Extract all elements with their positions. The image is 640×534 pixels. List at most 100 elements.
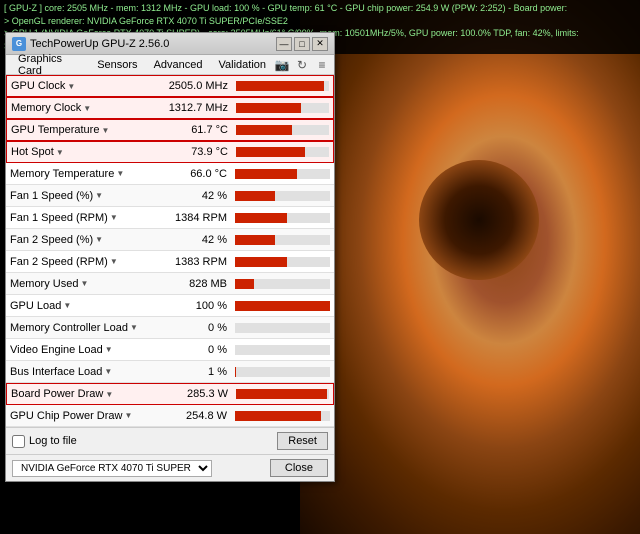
sensor-bar-background [235,213,330,223]
dropdown-arrow-icon[interactable]: ▼ [95,235,103,244]
dropdown-arrow-icon[interactable]: ▼ [104,367,112,376]
background-image [300,0,640,534]
log-to-file-checkbox[interactable] [12,435,25,448]
sensor-name: Fan 1 Speed (RPM) ▼ [6,212,151,224]
sensor-label: GPU Chip Power Draw [10,410,122,422]
sensor-table: GPU Clock ▼ 2505.0 MHz Memory Clock ▼ 13… [6,75,334,427]
maximize-button[interactable]: □ [294,37,310,51]
topbar-line2: > OpenGL renderer: NVIDIA GeForce RTX 40… [4,15,636,28]
sensor-name: Hot Spot ▼ [7,146,152,158]
sensor-name: GPU Clock ▼ [7,80,152,92]
sensor-bar-background [235,169,330,179]
title-buttons: — □ ✕ [276,37,328,51]
bottom-controls: Log to file Reset [6,427,334,454]
sensor-value: 1 % [151,366,231,378]
sensor-bar-background [235,411,330,421]
sensor-bar-container [231,299,334,313]
sensor-bar-fill [235,169,297,179]
sensor-bar-background [235,301,330,311]
sensor-label: GPU Temperature [11,124,99,136]
close-button[interactable]: Close [270,459,328,477]
sensor-bar-background [236,147,329,157]
camera-icon[interactable]: 📷 [274,57,290,73]
sensor-name: Memory Clock ▼ [7,102,152,114]
sensor-row: Memory Used ▼ 828 MB [6,273,334,295]
dropdown-arrow-icon[interactable]: ▼ [80,279,88,288]
menu-more-icon[interactable]: ≡ [314,57,330,73]
sensor-name: GPU Chip Power Draw ▼ [6,410,151,422]
sensor-name: Memory Controller Load ▼ [6,322,151,334]
sensor-row: Fan 1 Speed (RPM) ▼ 1384 RPM [6,207,334,229]
sensor-bar-background [236,81,329,91]
dropdown-arrow-icon[interactable]: ▼ [105,345,113,354]
menu-advanced[interactable]: Advanced [146,57,211,73]
sensor-label: Memory Controller Load [10,322,128,334]
sensor-bar-fill [235,235,275,245]
sensor-value: 42 % [151,234,231,246]
refresh-icon[interactable]: ↻ [294,57,310,73]
dropdown-arrow-icon[interactable]: ▼ [105,390,113,399]
dropdown-arrow-icon[interactable]: ▼ [110,213,118,222]
gpu-selector-bar: NVIDIA GeForce RTX 4070 Ti SUPER Close [6,454,334,481]
dropdown-arrow-icon[interactable]: ▼ [124,411,132,420]
dropdown-arrow-icon[interactable]: ▼ [116,169,124,178]
minimize-button[interactable]: — [276,37,292,51]
menu-graphics-card[interactable]: Graphics Card [10,51,89,79]
dropdown-arrow-icon[interactable]: ▼ [95,191,103,200]
dropdown-arrow-icon[interactable]: ▼ [101,126,109,135]
sensor-row: Fan 2 Speed (RPM) ▼ 1383 RPM [6,251,334,273]
sensor-label: Fan 1 Speed (RPM) [10,212,108,224]
sensor-value: 42 % [151,190,231,202]
sensor-row: GPU Load ▼ 100 % [6,295,334,317]
sensor-label: Video Engine Load [10,344,103,356]
sensor-value: 66.0 °C [151,168,231,180]
sensor-row: Fan 1 Speed (%) ▼ 42 % [6,185,334,207]
sensor-value: 2505.0 MHz [152,80,232,92]
sensor-name: Bus Interface Load ▼ [6,366,151,378]
dropdown-arrow-icon[interactable]: ▼ [130,323,138,332]
sensor-bar-fill [235,301,330,311]
sensor-label: Hot Spot [11,146,54,158]
topbar-line1: [ GPU-Z ] core: 2505 MHz - mem: 1312 MHz… [4,2,636,15]
sensor-name: Fan 1 Speed (%) ▼ [6,190,151,202]
dropdown-arrow-icon[interactable]: ▼ [110,257,118,266]
sensor-bar-container [231,365,334,379]
sensor-bar-background [236,125,329,135]
sensor-bar-fill [235,213,287,223]
sensor-bar-fill [236,81,324,91]
sensor-bar-container [231,409,334,423]
sensor-bar-fill [235,411,321,421]
sensor-name: Video Engine Load ▼ [6,344,151,356]
sensor-row: GPU Temperature ▼ 61.7 °C [6,119,334,141]
sensor-value: 828 MB [151,278,231,290]
sensor-bar-container [232,387,333,401]
sensor-bar-background [235,257,330,267]
sensor-value: 285.3 W [152,388,232,400]
dropdown-arrow-icon[interactable]: ▼ [83,104,91,113]
sensor-name: Memory Temperature ▼ [6,168,151,180]
sensor-value: 1312.7 MHz [152,102,232,114]
dropdown-arrow-icon[interactable]: ▼ [63,301,71,310]
sensor-row: GPU Chip Power Draw ▼ 254.8 W [6,405,334,427]
gpu-selector[interactable]: NVIDIA GeForce RTX 4070 Ti SUPER [12,460,212,477]
sensor-bar-background [235,235,330,245]
sensor-value: 61.7 °C [152,124,232,136]
sensor-name: Memory Used ▼ [6,278,151,290]
menu-icons: 📷 ↻ ≡ [274,57,330,73]
reset-button[interactable]: Reset [277,432,328,450]
sensor-bar-fill [235,257,287,267]
sensor-bar-container [231,233,334,247]
menu-sensors[interactable]: Sensors [89,57,145,73]
log-to-file-label: Log to file [29,435,77,447]
sensor-bar-container [231,189,334,203]
sensor-bar-container [231,321,334,335]
sensor-label: GPU Load [10,300,61,312]
menu-validation[interactable]: Validation [211,57,275,73]
close-window-button[interactable]: ✕ [312,37,328,51]
sensor-bar-background [235,367,330,377]
dropdown-arrow-icon[interactable]: ▼ [67,82,75,91]
sensor-value: 1384 RPM [151,212,231,224]
dropdown-arrow-icon[interactable]: ▼ [56,148,64,157]
sensor-bar-container [232,145,333,159]
sensor-value: 254.8 W [151,410,231,422]
